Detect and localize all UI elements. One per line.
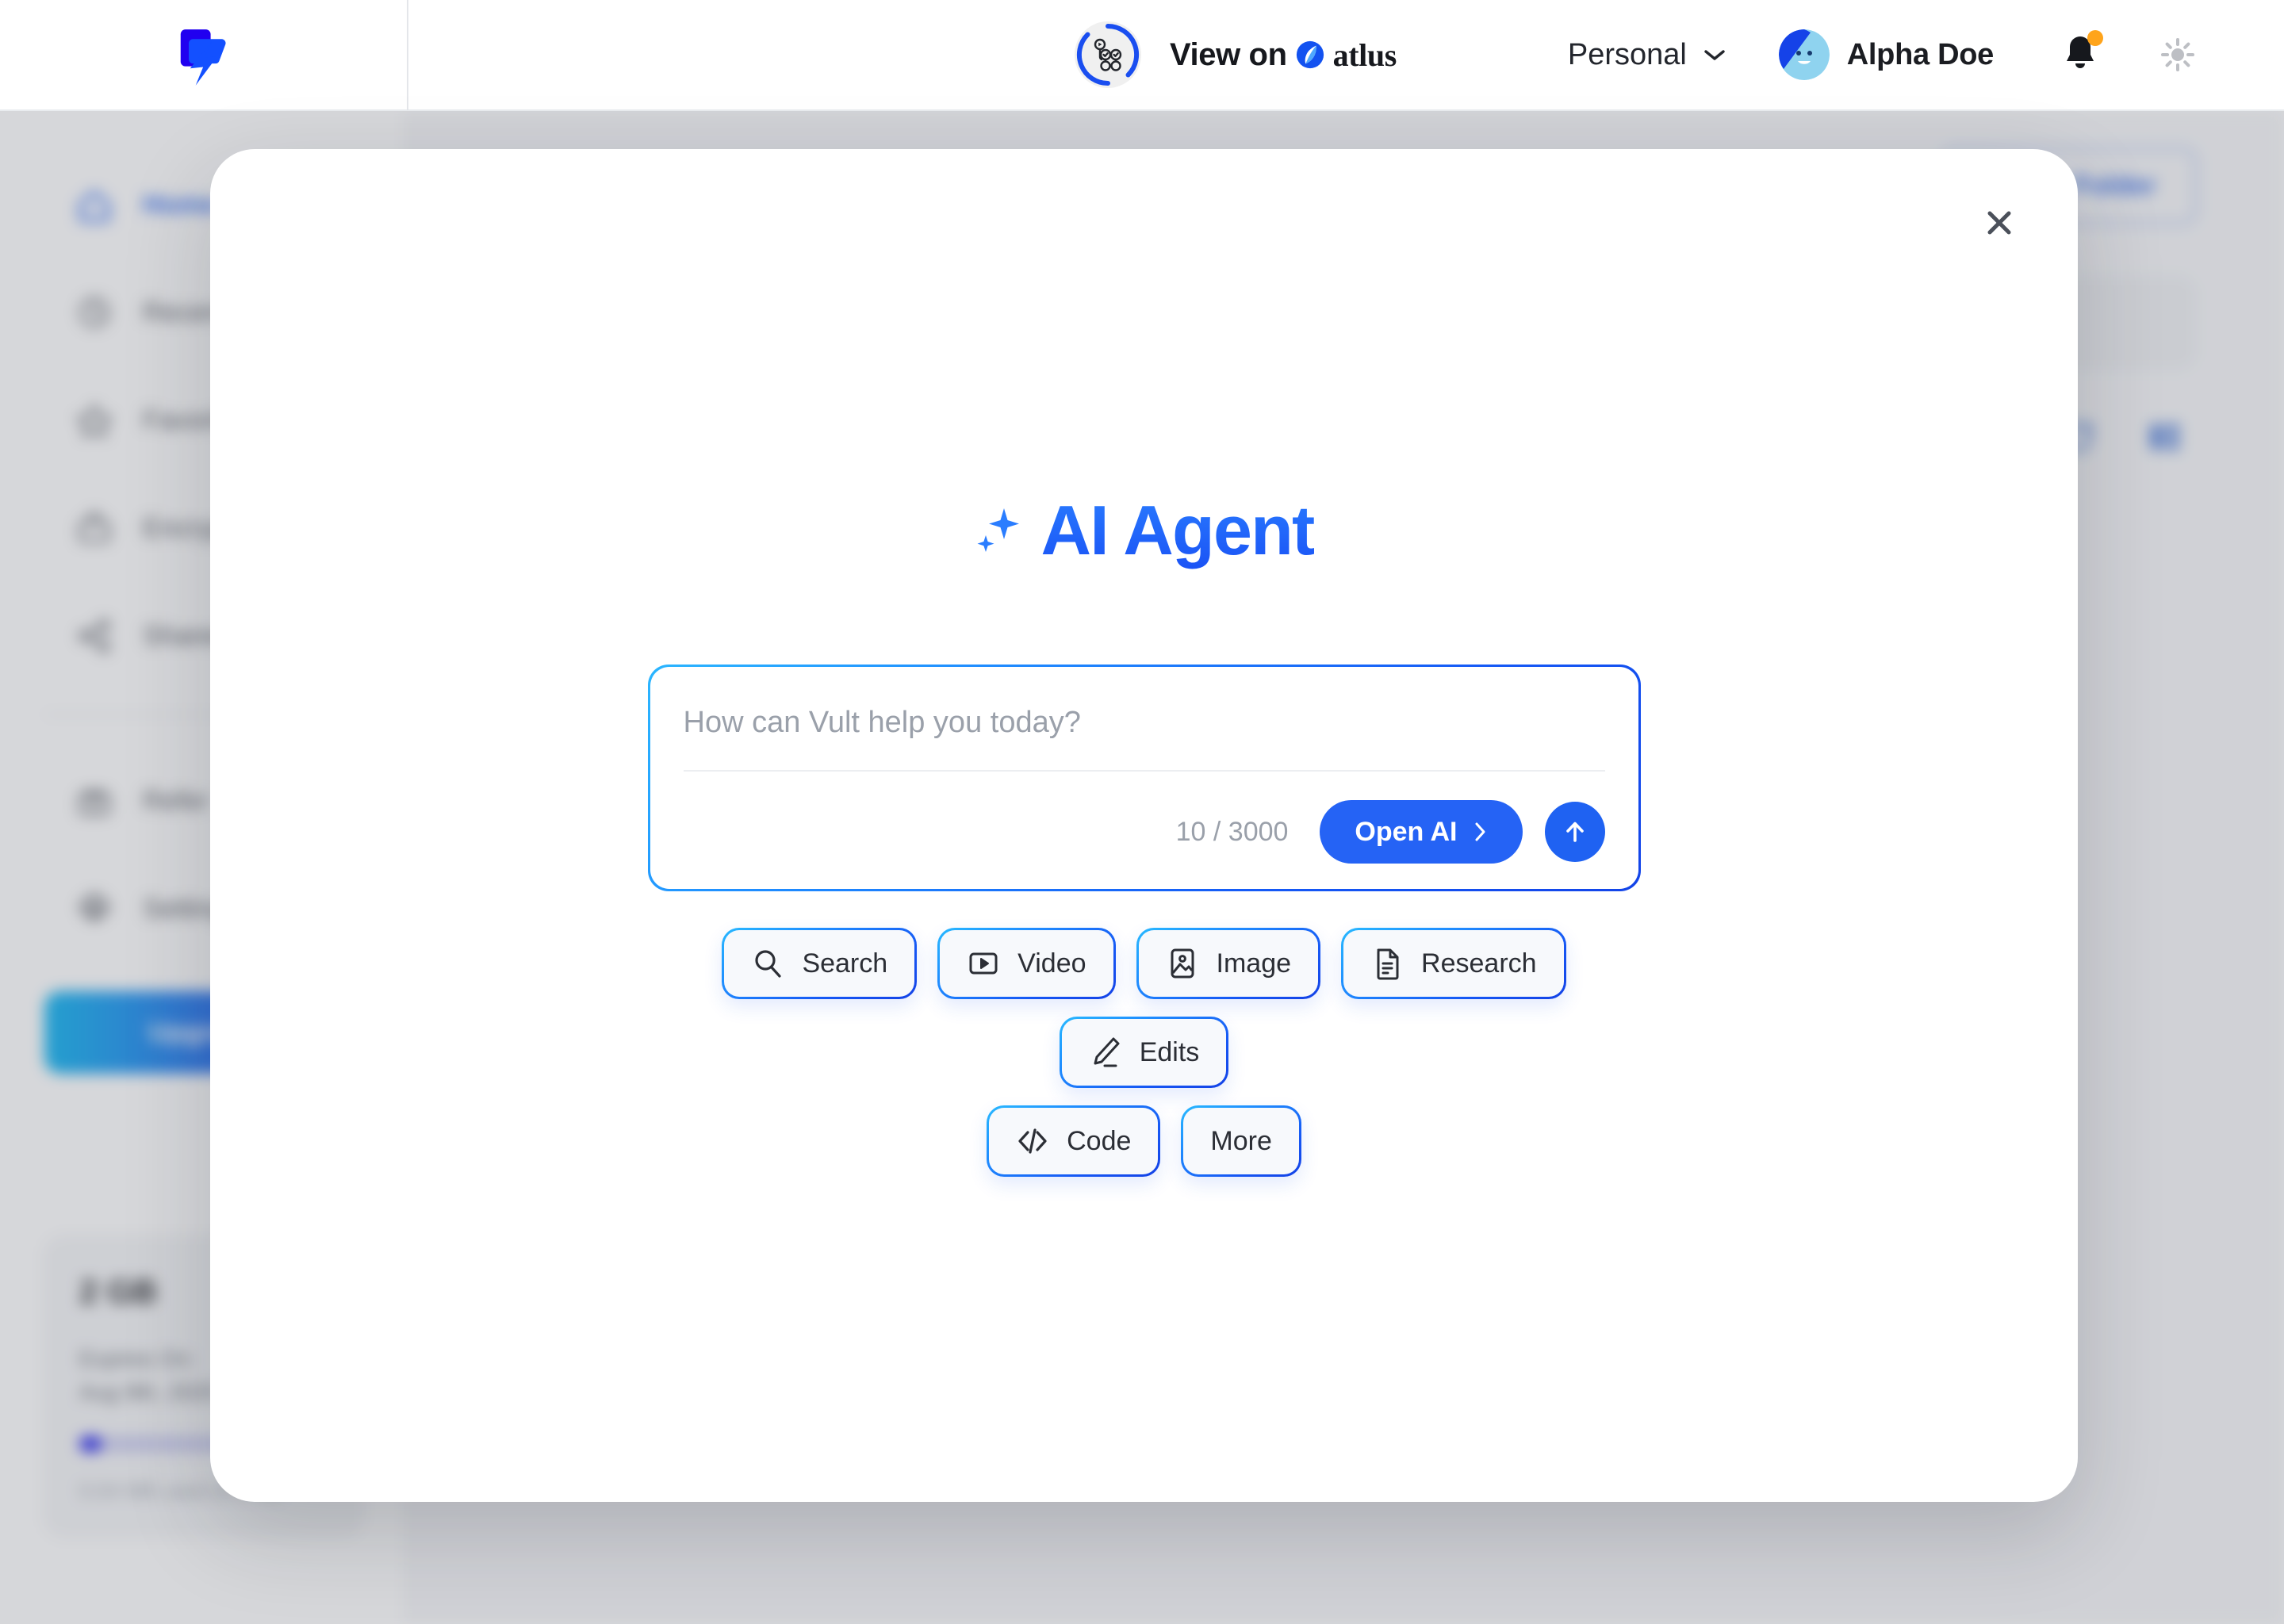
chip-label: Video bbox=[1017, 948, 1086, 979]
atlus-flow-icon bbox=[1075, 21, 1141, 88]
chip-research[interactable]: Research bbox=[1341, 928, 1566, 999]
suggestion-chips-row-2: Code More bbox=[648, 1105, 1641, 1177]
chip-label: Edits bbox=[1139, 1036, 1200, 1067]
user-menu[interactable]: Alpha Doe bbox=[1778, 29, 1995, 80]
image-icon bbox=[1171, 948, 1194, 979]
modal-close-button[interactable] bbox=[1975, 198, 2024, 247]
open-ai-provider-button[interactable]: Open AI bbox=[1320, 800, 1523, 864]
prompt-box: 10 / 3000 Open AI bbox=[650, 667, 1638, 889]
video-icon bbox=[969, 952, 998, 975]
workspace-selector[interactable]: Personal bbox=[1568, 38, 1726, 72]
chip-label: Code bbox=[1067, 1125, 1132, 1156]
close-icon bbox=[1987, 211, 2011, 235]
app-root: View on atlus Personal Alpha Doe Home Re… bbox=[0, 0, 2284, 1624]
sparkle-icon bbox=[977, 508, 1020, 552]
view-on-atlus-link[interactable]: View on atlus bbox=[1170, 36, 1397, 74]
ai-agent-title: AI Agent bbox=[974, 490, 1313, 571]
chip-label: More bbox=[1210, 1125, 1272, 1156]
chip-edits[interactable]: Edits bbox=[1059, 1017, 1229, 1088]
suggestion-chips-row-1: Search Video Image Research Edits bbox=[648, 928, 1641, 1088]
prompt-actions: 10 / 3000 Open AI bbox=[684, 800, 1605, 864]
open-ai-label: Open AI bbox=[1355, 816, 1458, 847]
chevron-down-icon bbox=[1704, 50, 1725, 60]
chevron-right-icon bbox=[1475, 822, 1485, 841]
atlus-label: atlus bbox=[1332, 36, 1397, 73]
atlus-leaf-icon bbox=[1296, 40, 1324, 69]
header-right: Alpha Doe bbox=[1778, 29, 2284, 80]
ai-agent-title-text: AI Agent bbox=[1040, 491, 1314, 569]
prompt-container: 10 / 3000 Open AI bbox=[647, 665, 1641, 891]
header-center: View on atlus Personal bbox=[408, 21, 1779, 88]
character-counter: 10 / 3000 bbox=[1175, 816, 1289, 847]
top-header: View on atlus Personal Alpha Doe bbox=[0, 0, 2284, 111]
app-logo[interactable] bbox=[0, 0, 408, 110]
notifications-button[interactable] bbox=[2062, 30, 2103, 76]
view-on-label: View on bbox=[1170, 36, 1287, 72]
notification-badge-dot bbox=[2087, 30, 2103, 46]
search-icon bbox=[755, 950, 782, 978]
chip-label: Search bbox=[802, 948, 888, 979]
chip-code[interactable]: Code bbox=[987, 1105, 1161, 1177]
modal-body: AI Agent 10 / 3000 Open AI bbox=[210, 490, 2078, 1177]
pencil-edit-icon bbox=[1094, 1037, 1120, 1067]
ai-agent-modal: AI Agent 10 / 3000 Open AI bbox=[210, 149, 2078, 1502]
theme-toggle-sun-icon[interactable] bbox=[2159, 36, 2197, 74]
workspace-label: Personal bbox=[1567, 37, 1687, 71]
prompt-input[interactable] bbox=[683, 703, 1605, 749]
chip-search[interactable]: Search bbox=[722, 928, 918, 999]
arrow-up-icon bbox=[1565, 822, 1584, 842]
send-prompt-button[interactable] bbox=[1544, 802, 1605, 862]
user-name: Alpha Doe bbox=[1846, 37, 1995, 71]
chip-image[interactable]: Image bbox=[1136, 928, 1321, 999]
chip-video[interactable]: Video bbox=[937, 928, 1116, 999]
document-research-icon bbox=[1377, 948, 1399, 980]
avatar bbox=[1778, 29, 1830, 80]
code-brackets-icon bbox=[1018, 1128, 1047, 1154]
vult-folder-bolt-logo-icon bbox=[180, 29, 226, 86]
prompt-divider bbox=[683, 770, 1605, 772]
chip-label: Image bbox=[1216, 948, 1292, 979]
chip-label: Research bbox=[1421, 948, 1537, 979]
chip-more[interactable]: More bbox=[1181, 1105, 1301, 1177]
